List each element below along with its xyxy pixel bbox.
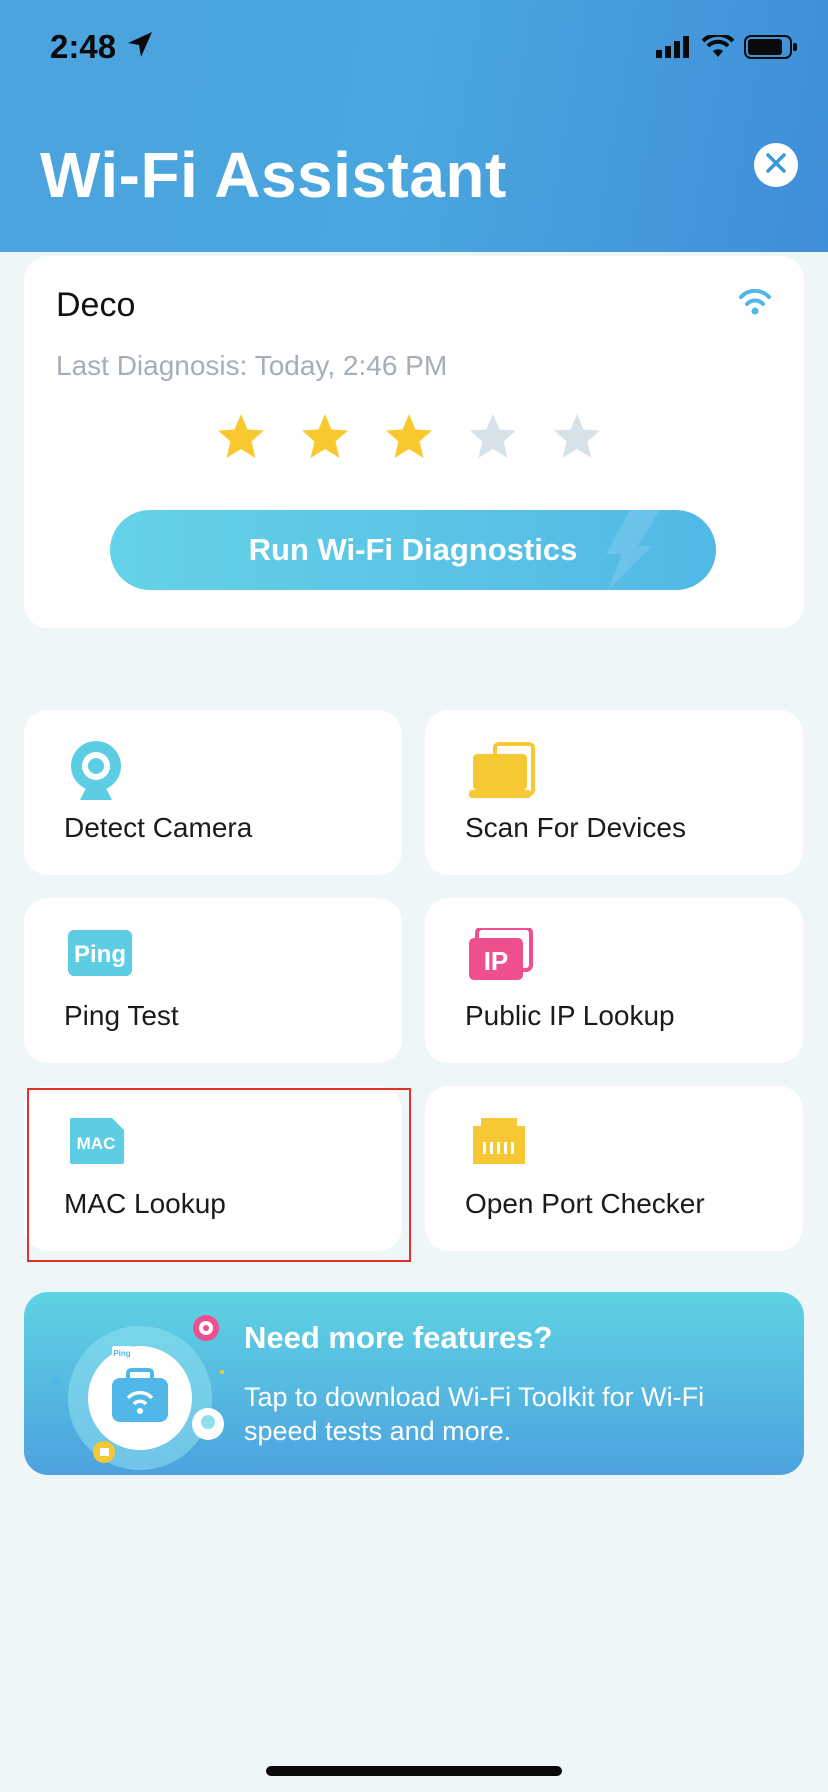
tool-tile-public-ip[interactable]: IP Public IP Lookup: [425, 898, 803, 1063]
app-header: 2:48 Wi-Fi Assistant: [0, 0, 828, 252]
battery-icon: [744, 34, 798, 65]
status-time: 2:48: [50, 28, 117, 65]
close-icon: [764, 151, 788, 180]
run-diagnostics-button[interactable]: Run Wi-Fi Diagnostics: [110, 510, 716, 590]
wifi-signal-icon: [701, 32, 735, 64]
banner-title: Need more features?: [244, 1320, 553, 1355]
devices-icon: [469, 740, 535, 802]
banner-description: Tap to download Wi-Fi Toolkit for Wi-Fi …: [244, 1382, 705, 1446]
toolkit-illustration: Ping: [50, 1302, 230, 1475]
port-icon: [469, 1116, 533, 1178]
svg-text:Ping: Ping: [113, 1349, 130, 1358]
camera-icon: [68, 740, 132, 802]
selection-highlight: [27, 1088, 411, 1262]
location-arrow-icon: [126, 30, 154, 65]
tool-label: Ping Test: [64, 1000, 179, 1031]
star-filled-icon: [218, 414, 264, 458]
svg-text:IP: IP: [484, 946, 509, 976]
tool-label: Public IP Lookup: [465, 1000, 675, 1031]
run-diagnostics-label: Run Wi-Fi Diagnostics: [248, 532, 578, 567]
ip-icon: IP: [469, 926, 533, 990]
status-icons: [656, 32, 798, 65]
last-diagnosis: Last Diagnosis: Today, 2:46 PM: [56, 350, 448, 381]
close-button[interactable]: [754, 143, 798, 187]
ping-icon: Ping: [68, 928, 132, 990]
tool-tile-scan-devices[interactable]: Scan For Devices: [425, 710, 803, 875]
rating-stars: [216, 412, 602, 462]
star-filled-icon: [386, 414, 432, 458]
tool-label: Scan For Devices: [465, 812, 686, 843]
tool-tile-ping-test[interactable]: Ping Ping Test: [24, 898, 402, 1063]
page-title: Wi-Fi Assistant: [40, 139, 507, 211]
toolkit-banner[interactable]: Ping Need more features? Tap to download…: [24, 1292, 804, 1475]
cellular-signal-icon: [656, 36, 692, 63]
deco-card: Deco Last Diagnosis: Today, 2:46 PM Run …: [24, 256, 804, 628]
star-filled-icon: [302, 414, 348, 458]
tool-label: Open Port Checker: [465, 1188, 705, 1219]
tool-label: Detect Camera: [64, 812, 253, 843]
lightning-bolt-icon: [590, 510, 660, 590]
star-empty-icon: [554, 414, 600, 458]
tool-tile-open-port[interactable]: Open Port Checker: [425, 1086, 803, 1251]
tool-tile-detect-camera[interactable]: Detect Camera: [24, 710, 402, 875]
svg-text:Ping: Ping: [74, 941, 126, 968]
star-empty-icon: [470, 414, 516, 458]
device-name: Deco: [56, 286, 136, 324]
wifi-icon: [736, 286, 774, 321]
home-indicator[interactable]: [266, 1766, 562, 1776]
